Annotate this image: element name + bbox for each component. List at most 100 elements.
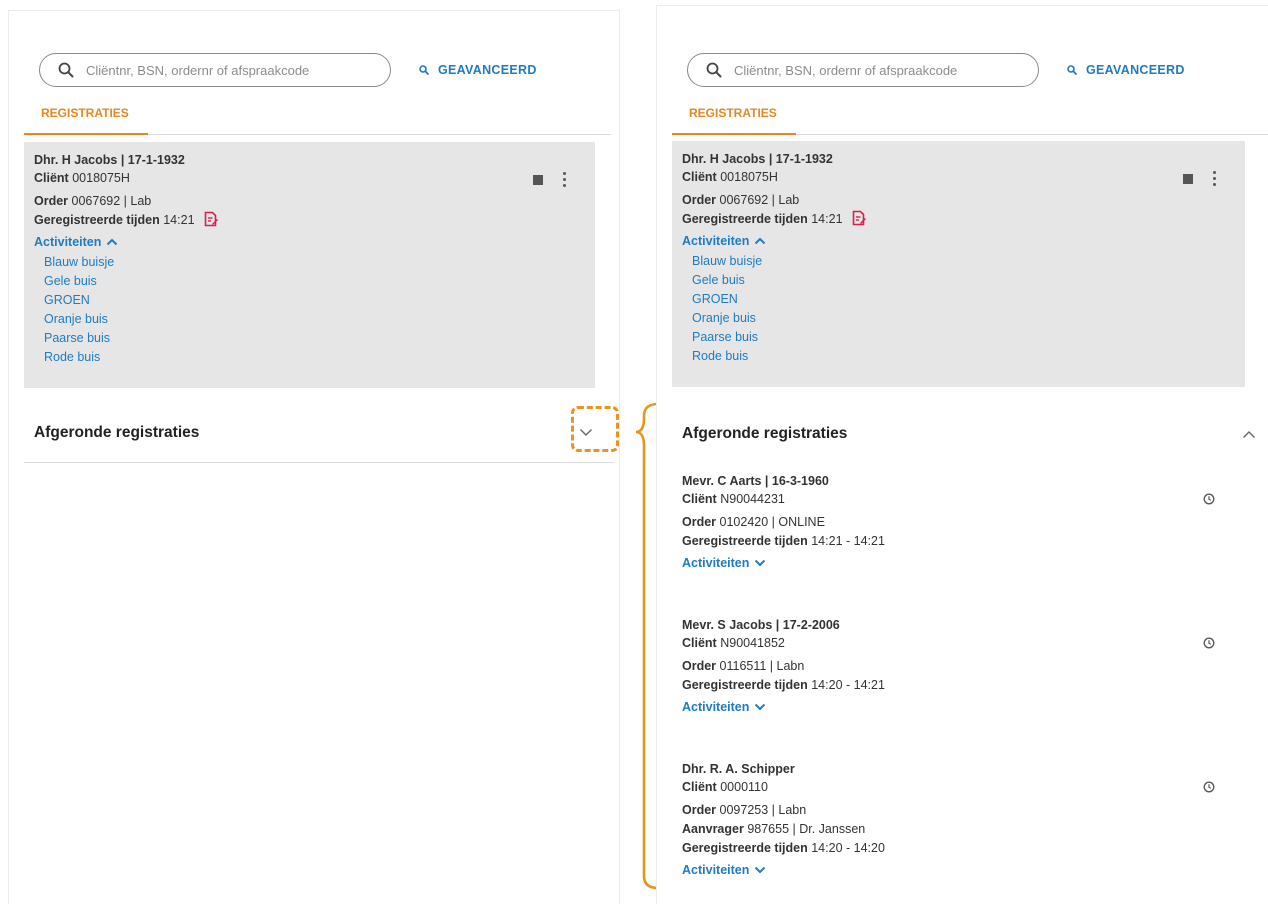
active-registration-card[interactable]: Dhr. H Jacobs | 17-1-1932 Cliënt 0018075… bbox=[672, 141, 1245, 387]
completed-registration[interactable]: Mevr. S Jacobs | 17-2-2006 Cliënt N90041… bbox=[682, 617, 1242, 717]
activities-toggle[interactable]: Activiteiten bbox=[682, 697, 1242, 717]
tab-bar: REGISTRATIES bbox=[672, 103, 1268, 135]
times-line: Geregistreerde tijden 14:21 - 14:21 bbox=[682, 532, 1242, 551]
tab-registraties[interactable]: REGISTRATIES bbox=[672, 103, 796, 135]
times-line: Geregistreerde tijden 14:20 - 14:20 bbox=[682, 839, 1242, 858]
times-label: Geregistreerde tijden bbox=[34, 213, 160, 227]
order-label: Order bbox=[682, 515, 717, 529]
patient-name: Mevr. S Jacobs | 17-2-2006 bbox=[682, 618, 840, 632]
times-value: 14:21 bbox=[163, 213, 195, 227]
client-value: N90041852 bbox=[720, 636, 785, 650]
stop-icon[interactable] bbox=[533, 174, 543, 185]
chevron-down-icon bbox=[755, 559, 766, 567]
activity-list: Blauw buisje Gele buis GROEN Oranje buis… bbox=[44, 253, 595, 367]
chevron-down-icon bbox=[755, 866, 766, 874]
client-value: 0018075H bbox=[72, 171, 130, 185]
highlight-box bbox=[571, 406, 619, 452]
activity-item[interactable]: GROEN bbox=[44, 291, 595, 310]
advanced-search-link[interactable]: GEAVANCEERD bbox=[1067, 63, 1185, 77]
chevron-up-icon bbox=[107, 238, 118, 246]
completed-section-title: Afgeronde registraties bbox=[34, 423, 200, 441]
stop-icon[interactable] bbox=[1183, 173, 1193, 184]
completed-section-header[interactable]: Afgeronde registraties bbox=[672, 404, 1268, 464]
requester-label: Aanvrager bbox=[682, 822, 744, 836]
search-box[interactable] bbox=[39, 53, 391, 87]
activity-item[interactable]: Paarse buis bbox=[44, 329, 595, 348]
times-line: Geregistreerde tijden 14:21 bbox=[682, 210, 1245, 229]
panel-expanded-view: GEAVANCEERD REGISTRATIES Dhr. H Jacobs |… bbox=[656, 5, 1268, 904]
patient-name: Dhr. H Jacobs | 17-1-1932 bbox=[34, 153, 185, 167]
requester-value: 987655 | Dr. Janssen bbox=[747, 822, 866, 836]
activities-toggle[interactable]: Activiteiten bbox=[682, 860, 1242, 880]
order-line: Order 0097253 | Labn bbox=[682, 801, 1242, 820]
clock-icon[interactable] bbox=[1203, 781, 1215, 793]
search-icon bbox=[419, 65, 429, 75]
client-label: Cliënt bbox=[682, 170, 717, 184]
clock-icon[interactable] bbox=[1203, 493, 1215, 505]
activities-toggle[interactable]: Activiteiten bbox=[682, 231, 1245, 251]
completed-registration[interactable]: Mevr. C Aarts | 16-3-1960 Cliënt N900442… bbox=[682, 473, 1242, 573]
activities-toggle[interactable]: Activiteiten bbox=[682, 553, 1242, 573]
advanced-search-link[interactable]: GEAVANCEERD bbox=[419, 63, 537, 77]
chevron-down-icon bbox=[755, 703, 766, 711]
client-value: N90044231 bbox=[720, 492, 785, 506]
activity-item[interactable]: Gele buis bbox=[692, 271, 1245, 290]
advanced-label: GEAVANCEERD bbox=[1086, 63, 1185, 77]
patient-name: Dhr. H Jacobs | 17-1-1932 bbox=[682, 152, 833, 166]
order-label: Order bbox=[34, 194, 69, 208]
order-value: 0067692 | Lab bbox=[719, 193, 800, 207]
activity-item[interactable]: Paarse buis bbox=[692, 328, 1245, 347]
times-line: Geregistreerde tijden 14:20 - 14:21 bbox=[682, 676, 1242, 695]
client-value: 0018075H bbox=[720, 170, 778, 184]
kebab-menu-icon[interactable] bbox=[1209, 169, 1220, 188]
times-label: Geregistreerde tijden bbox=[682, 678, 808, 692]
times-value: 14:20 - 14:21 bbox=[811, 678, 885, 692]
register-edit-icon[interactable] bbox=[852, 210, 866, 226]
activity-item[interactable]: Rode buis bbox=[44, 348, 595, 367]
search-input[interactable] bbox=[86, 62, 356, 78]
kebab-menu-icon[interactable] bbox=[559, 170, 570, 189]
card-actions bbox=[533, 170, 570, 189]
completed-registration[interactable]: Dhr. R. A. Schipper Cliënt 0000110 Order… bbox=[682, 761, 1242, 880]
chevron-up-icon bbox=[1243, 430, 1255, 438]
activity-item[interactable]: Oranje buis bbox=[44, 310, 595, 329]
tab-registraties[interactable]: REGISTRATIES bbox=[24, 103, 148, 135]
tab-bar: REGISTRATIES bbox=[24, 103, 611, 135]
requester-line: Aanvrager 987655 | Dr. Janssen bbox=[682, 820, 1242, 839]
patient-name: Mevr. C Aarts | 16-3-1960 bbox=[682, 474, 829, 488]
search-box[interactable] bbox=[687, 53, 1039, 87]
advanced-label: GEAVANCEERD bbox=[438, 63, 537, 77]
register-edit-icon[interactable] bbox=[204, 211, 218, 227]
activities-label: Activiteiten bbox=[682, 863, 750, 877]
times-value: 14:21 bbox=[811, 212, 843, 226]
completed-section-header[interactable]: Afgeronde registraties bbox=[24, 403, 614, 463]
times-value: 14:21 - 14:21 bbox=[811, 534, 885, 548]
order-line: Order 0067692 | Lab bbox=[682, 191, 1245, 210]
order-label: Order bbox=[682, 193, 717, 207]
activities-label: Activiteiten bbox=[682, 234, 750, 248]
search-row: GEAVANCEERD bbox=[39, 53, 537, 87]
activity-item[interactable]: Blauw buisje bbox=[44, 253, 595, 272]
clock-icon[interactable] bbox=[1203, 637, 1215, 649]
times-label: Geregistreerde tijden bbox=[682, 212, 808, 226]
client-value: 0000110 bbox=[720, 780, 768, 794]
order-value: 0102420 | ONLINE bbox=[719, 515, 825, 529]
activity-item[interactable]: Oranje buis bbox=[692, 309, 1245, 328]
activity-item[interactable]: GROEN bbox=[692, 290, 1245, 309]
order-line: Order 0067692 | Lab bbox=[34, 192, 595, 211]
client-line: Cliënt 0018075H bbox=[682, 168, 1245, 187]
activities-label: Activiteiten bbox=[34, 235, 102, 249]
completed-section-title: Afgeronde registraties bbox=[682, 425, 848, 442]
activity-item[interactable]: Rode buis bbox=[692, 347, 1245, 366]
activities-label: Activiteiten bbox=[682, 556, 750, 570]
times-line: Geregistreerde tijden 14:21 bbox=[34, 211, 595, 230]
activity-item[interactable]: Blauw buisje bbox=[692, 252, 1245, 271]
search-input[interactable] bbox=[734, 62, 1004, 78]
chevron-up-icon bbox=[755, 237, 766, 245]
patient-name: Dhr. R. A. Schipper bbox=[682, 762, 795, 776]
active-registration-card[interactable]: Dhr. H Jacobs | 17-1-1932 Cliënt 0018075… bbox=[24, 142, 595, 388]
collapse-completed-button[interactable] bbox=[1229, 414, 1268, 454]
activity-item[interactable]: Gele buis bbox=[44, 272, 595, 291]
order-label: Order bbox=[682, 803, 717, 817]
activities-toggle[interactable]: Activiteiten bbox=[34, 232, 595, 252]
